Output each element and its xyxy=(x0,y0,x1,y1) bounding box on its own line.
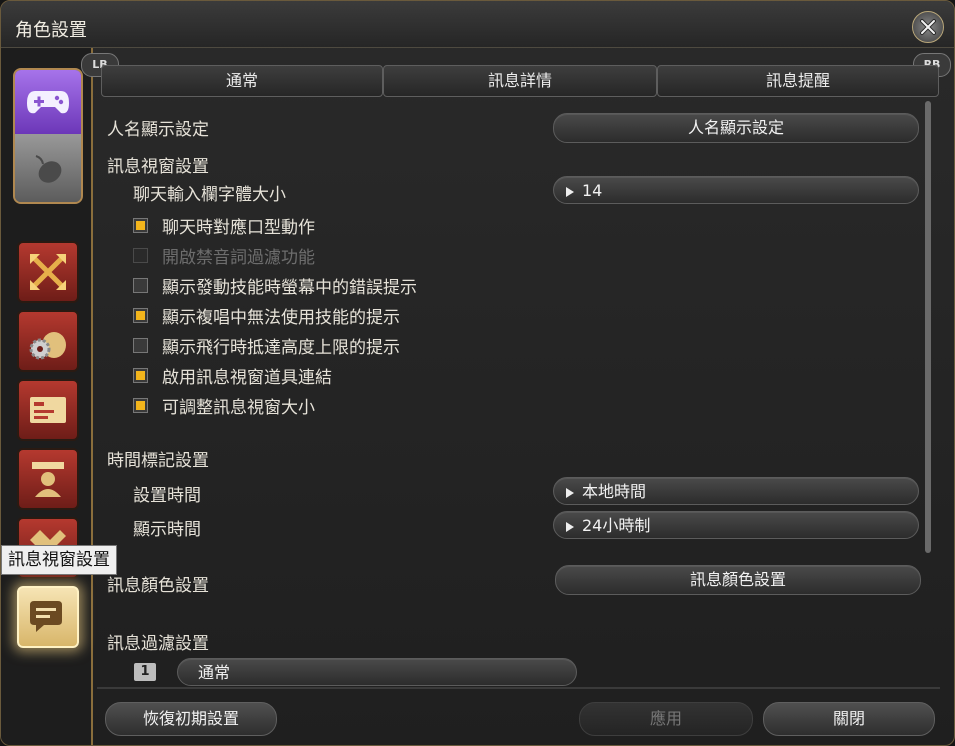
filter-index-badge: 1 xyxy=(134,663,156,681)
option-label: 開啟禁音詞過濾功能 xyxy=(162,247,315,268)
checkbox xyxy=(133,247,148,263)
category-sidebar xyxy=(1,48,93,745)
display-time-value: 24小時制 xyxy=(582,516,651,535)
option-label: 顯示複唱中無法使用技能的提示 xyxy=(162,307,400,328)
display-time-label: 顯示時間 xyxy=(133,520,201,540)
category-card-button[interactable] xyxy=(17,379,79,441)
name-display-label: 人名顯示設定 xyxy=(107,120,209,140)
content-scrollbar[interactable] xyxy=(925,101,931,553)
option-resize-window[interactable]: 可調整訊息視窗大小 xyxy=(133,393,315,418)
set-time-dropdown[interactable]: 本地時間 xyxy=(553,477,919,505)
close-button[interactable]: 關閉 xyxy=(763,702,935,736)
input-mode-switch[interactable] xyxy=(13,68,83,204)
log-window-heading: 訊息視窗設置 xyxy=(107,157,209,177)
checkbox[interactable] xyxy=(133,307,148,323)
option-flight-limit[interactable]: 顯示飛行時抵達高度上限的提示 xyxy=(133,333,400,358)
font-size-dropdown[interactable]: 14 xyxy=(553,176,919,204)
tab-log-alerts[interactable]: 訊息提醒 xyxy=(657,65,939,97)
footer-divider xyxy=(97,687,940,689)
name-display-button[interactable]: 人名顯示設定 xyxy=(553,113,919,143)
checkbox[interactable] xyxy=(133,277,148,293)
log-color-label: 訊息顏色設置 xyxy=(107,576,209,596)
option-item-link[interactable]: 啟用訊息視窗道具連結 xyxy=(133,363,332,388)
character-icon xyxy=(32,462,64,497)
option-label: 顯示飛行時抵達高度上限的提示 xyxy=(162,337,400,358)
timestamp-heading: 時間標記設置 xyxy=(107,451,209,471)
set-time-label: 設置時間 xyxy=(133,486,201,506)
checkbox[interactable] xyxy=(133,367,148,383)
dropdown-arrow-icon xyxy=(566,521,574,532)
option-recast-error[interactable]: 顯示複唱中無法使用技能的提示 xyxy=(133,303,400,328)
log-color-button[interactable]: 訊息顏色設置 xyxy=(555,565,921,595)
option-profanity-filter: 開啟禁音詞過濾功能 xyxy=(133,243,315,268)
category-character-button[interactable] xyxy=(17,448,79,510)
checkbox[interactable] xyxy=(133,217,148,233)
close-icon xyxy=(920,19,936,35)
category-general-button[interactable] xyxy=(17,241,79,303)
title-bar[interactable]: 角色設置 xyxy=(1,1,954,48)
checkbox[interactable] xyxy=(133,397,148,413)
option-action-error[interactable]: 顯示發動技能時螢幕中的錯誤提示 xyxy=(133,273,417,298)
dropdown-arrow-icon xyxy=(566,186,574,197)
option-label: 聊天時對應口型動作 xyxy=(162,217,315,238)
id-card-icon xyxy=(30,397,66,423)
font-size-label: 聊天輸入欄字體大小 xyxy=(133,185,286,205)
apply-button: 應用 xyxy=(579,702,753,736)
option-label: 可調整訊息視窗大小 xyxy=(162,397,315,418)
category-items-button[interactable] xyxy=(17,310,79,372)
gamepad-icon xyxy=(27,91,69,114)
log-filter-heading: 訊息過濾設置 xyxy=(107,634,209,654)
log-filter-dropdown[interactable]: 通常 xyxy=(177,658,577,686)
checkbox[interactable] xyxy=(133,337,148,353)
mouse-icon xyxy=(35,155,62,183)
font-size-value: 14 xyxy=(582,181,603,200)
option-label: 啟用訊息視窗道具連結 xyxy=(162,367,332,388)
mouse-mode[interactable] xyxy=(15,134,81,202)
set-time-value: 本地時間 xyxy=(582,482,647,501)
chat-bubble-icon xyxy=(30,601,62,632)
display-time-dropdown[interactable]: 24小時制 xyxy=(553,511,919,539)
character-config-window: 角色設置 訊息視窗設置 LB 通常 訊息詳情 訊息提醒 人名顯示設定 人名顯示設… xyxy=(0,0,955,746)
option-label: 顯示發動技能時螢幕中的錯誤提示 xyxy=(162,277,417,298)
settings-content: 人名顯示設定 人名顯示設定 訊息視窗設置 聊天輸入欄字體大小 14 聊天時對應口… xyxy=(93,99,933,687)
reset-defaults-button[interactable]: 恢復初期設置 xyxy=(105,702,277,736)
gamepad-mode[interactable] xyxy=(15,70,81,134)
tab-log-details[interactable]: 訊息詳情 xyxy=(383,65,657,97)
close-window-button[interactable] xyxy=(912,11,944,43)
crossed-arrows-icon xyxy=(30,254,66,290)
category-log-window-button[interactable] xyxy=(17,586,79,648)
tab-general[interactable]: 通常 xyxy=(101,65,383,97)
dropdown-arrow-icon xyxy=(566,487,574,498)
tab-bar: 通常 訊息詳情 訊息提醒 xyxy=(93,65,948,97)
gear-bag-icon xyxy=(29,332,66,360)
window-title: 角色設置 xyxy=(15,20,87,41)
option-lip-sync[interactable]: 聊天時對應口型動作 xyxy=(133,213,315,238)
